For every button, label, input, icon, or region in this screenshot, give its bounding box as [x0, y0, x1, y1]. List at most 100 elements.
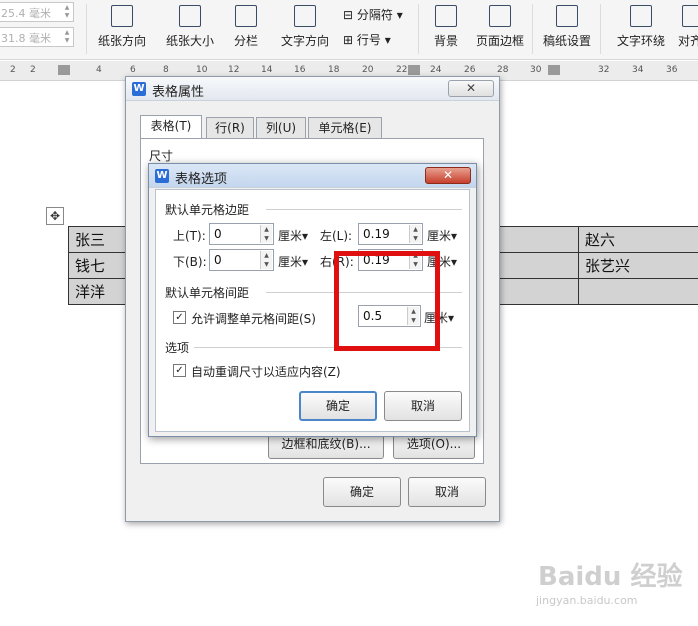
text-wrap-label: 文字环绕 [616, 34, 665, 48]
cancel-button[interactable]: 取消 [384, 391, 462, 421]
table-move-handle-icon[interactable]: ✥ [46, 207, 64, 225]
section-divider [266, 209, 462, 210]
line-number-label: 行号 [356, 33, 381, 47]
background-button[interactable]: 背景 [426, 3, 466, 55]
ruler-tick: 28 [497, 65, 509, 75]
dialog-titlebar[interactable]: W 表格选项 ✕ [149, 164, 476, 188]
ribbon-toolbar: 25.4 毫米 ▲ ▼ 31.8 毫米 ▲ ▼ 纸张方向 纸张大小 分栏 文字方向 … [0, 0, 698, 60]
wps-logo-icon: W [132, 82, 146, 96]
ok-button[interactable]: 确定 [299, 391, 377, 421]
spin-arrows-icon[interactable]: ▲ ▼ [62, 29, 72, 45]
close-button[interactable]: ✕ [448, 80, 494, 97]
text-direction-label: 文字方向 [280, 34, 329, 48]
text-direction-icon [294, 5, 316, 27]
table-cell[interactable] [578, 278, 698, 305]
left-margin-value: 0.19 [363, 227, 390, 241]
ruler-tick: 20 [362, 65, 374, 75]
margin-bottom-field[interactable]: 31.8 毫米 ▲ ▼ [0, 27, 74, 47]
ruler-tick: 34 [632, 65, 644, 75]
page-border-icon [489, 5, 511, 27]
table-cell[interactable]: 赵六 [578, 226, 698, 253]
tab-cell[interactable]: 单元格(E) [308, 117, 382, 139]
ribbon-divider [418, 4, 419, 54]
align-icon [682, 5, 698, 27]
size-section-label: 尺寸 [149, 149, 174, 163]
ruler-marker[interactable] [548, 65, 560, 75]
ruler-tick: 12 [228, 65, 240, 75]
orientation-icon [111, 5, 133, 27]
bottom-margin-label: 下(B): [173, 255, 207, 269]
ribbon-divider [600, 4, 601, 54]
spin-arrows-icon[interactable]: ▲ ▼ [260, 225, 272, 243]
columns-label: 分栏 [233, 34, 258, 48]
ruler-tick: 4 [96, 65, 102, 75]
text-direction-button[interactable]: 文字方向 [275, 3, 335, 55]
table-cell[interactable]: 张三 [68, 226, 129, 253]
orientation-label: 纸张方向 [97, 34, 146, 48]
spin-arrows-icon[interactable]: ▲ ▼ [260, 251, 272, 269]
ruler-tick: 10 [196, 65, 208, 75]
paper-size-icon [179, 5, 201, 27]
line-number-button[interactable]: ⊞ 行号 ▾ [343, 31, 391, 48]
spin-arrows-icon[interactable]: ▲ ▼ [62, 4, 72, 20]
background-icon [435, 5, 457, 27]
tab-column[interactable]: 列(U) [256, 117, 306, 139]
watermark-url: jingyan.baidu.com [536, 594, 638, 607]
paper-size-label: 纸张大小 [165, 34, 214, 48]
page-border-button[interactable]: 页面边框 [474, 3, 526, 55]
top-margin-value: 0 [214, 227, 222, 241]
orientation-button[interactable]: 纸张方向 [92, 3, 152, 55]
cancel-button[interactable]: 取消 [408, 477, 486, 507]
default-spacing-heading: 默认单元格间距 [165, 286, 250, 300]
separator-icon: ⊟ [343, 8, 357, 22]
dialog-titlebar[interactable]: W 表格属性 ✕ [126, 77, 499, 101]
ruler-tick: 2 [30, 65, 36, 75]
unit-dropdown[interactable]: 厘米▾ [278, 227, 308, 244]
ruler-tick: 18 [328, 65, 340, 75]
dialog-title: 表格选项 [175, 172, 228, 187]
wps-logo-icon: W [155, 169, 169, 183]
ruler-marker[interactable] [408, 65, 420, 75]
manuscript-settings-label: 稿纸设置 [542, 34, 591, 48]
tab-row[interactable]: 行(R) [206, 117, 254, 139]
left-margin-input[interactable]: 0.19 ▲ ▼ [358, 223, 423, 245]
default-margins-heading: 默认单元格边距 [165, 203, 250, 217]
table-cell[interactable]: 张艺兴 [578, 252, 698, 279]
ruler-tick: 32 [598, 65, 610, 75]
manuscript-grid-icon [556, 5, 578, 27]
manuscript-settings-button[interactable]: 稿纸设置 [540, 3, 594, 55]
bottom-margin-value: 0 [214, 253, 222, 267]
close-button[interactable]: ✕ [425, 167, 471, 184]
align-label: 对齐 [678, 34, 698, 48]
columns-button[interactable]: 分栏 [226, 3, 266, 55]
align-button[interactable]: 对齐 [678, 3, 698, 55]
ruler-tick: 36 [666, 65, 678, 75]
spin-arrows-icon[interactable]: ▲ ▼ [409, 225, 421, 243]
autofit-checkbox[interactable]: ✓ [173, 364, 186, 377]
top-margin-input[interactable]: 0 ▲ ▼ [209, 223, 274, 245]
paper-size-button[interactable]: 纸张大小 [160, 3, 220, 55]
columns-icon [235, 5, 257, 27]
allow-spacing-label: 允许调整单元格间距(S) [191, 312, 316, 326]
dialog-title: 表格属性 [152, 85, 205, 100]
unit-dropdown[interactable]: 厘米▾ [278, 253, 308, 270]
separator-button[interactable]: ⊟ 分隔符 ▾ [343, 6, 403, 23]
bottom-margin-input[interactable]: 0 ▲ ▼ [209, 249, 274, 271]
table-cell[interactable]: 钱七 [68, 252, 129, 279]
ok-button[interactable]: 确定 [323, 477, 401, 507]
page-border-label: 页面边框 [475, 34, 524, 48]
margin-top-field[interactable]: 25.4 毫米 ▲ ▼ [0, 2, 74, 22]
ruler-tick: 30 [530, 65, 542, 75]
line-number-icon: ⊞ [343, 33, 357, 47]
ruler-marker[interactable] [58, 65, 70, 75]
ruler-tick: 14 [261, 65, 273, 75]
ruler-tick: 24 [430, 65, 442, 75]
margin-bottom-value: 31.8 毫米 [1, 32, 51, 45]
annotation-highlight-box [334, 251, 440, 351]
tab-table[interactable]: 表格(T) [140, 115, 202, 139]
text-wrap-button[interactable]: 文字环绕 [610, 3, 672, 55]
unit-dropdown[interactable]: 厘米▾ [427, 227, 457, 244]
allow-spacing-checkbox[interactable]: ✓ [173, 311, 186, 324]
table-cell[interactable]: 洋洋 [68, 278, 129, 305]
ruler-tick: 2 [10, 65, 16, 75]
